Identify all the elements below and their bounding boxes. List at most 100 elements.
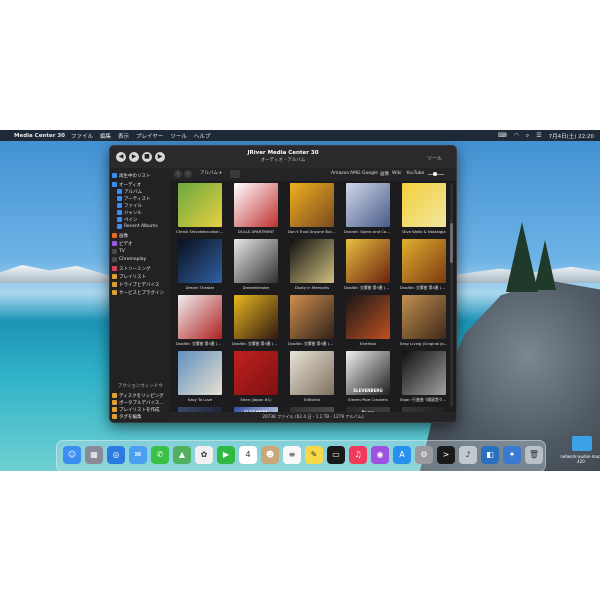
album-cover[interactable]	[178, 351, 222, 395]
album-cover[interactable]	[290, 183, 334, 227]
album-tile[interactable]: Dvořák: 交響曲 第9番 (新世界)	[288, 295, 336, 350]
album-cover[interactable]	[178, 183, 222, 227]
menu-app-name[interactable]: Media Center 30	[14, 133, 65, 139]
album-tile[interactable]: Dvořák: 交響曲 第9番 (新世界)	[176, 295, 224, 350]
control-center-icon[interactable]: ☰	[536, 132, 541, 139]
system-preferences-icon[interactable]: ⚙	[415, 446, 433, 464]
reminders-icon[interactable]: ≡	[283, 446, 301, 464]
album-tile[interactable]: Dream Theater	[176, 239, 224, 294]
sidebar-item[interactable]: ジャンル	[117, 209, 142, 216]
album-cover[interactable]	[346, 295, 390, 339]
album-tile[interactable]: Christi Shivakebrunkol: Spring(…	[176, 183, 224, 238]
album-cover[interactable]	[178, 239, 222, 283]
sidebar-item[interactable]: サービスとプラグイン	[112, 289, 164, 296]
search-icon[interactable]: ⌕	[526, 132, 529, 140]
notes-icon[interactable]: ✎	[305, 446, 323, 464]
album-cover[interactable]	[234, 239, 278, 283]
album-tile[interactable]: Dvořák: 交響曲 第8番 (イギリス)	[400, 239, 448, 294]
album-cover[interactable]	[290, 295, 334, 339]
album-tile[interactable]: Dvořák: 交響曲 第9番 (新世界)	[344, 239, 392, 294]
album-tile[interactable]: Dvořák: 交響曲 第9番 (新世界)	[232, 295, 280, 350]
view-scheme-select[interactable]: アルバム ▾	[200, 170, 222, 176]
menu-item[interactable]: ファイル	[71, 134, 93, 140]
contacts-icon[interactable]: ☻	[261, 446, 279, 464]
sidebar-item[interactable]: 画像	[112, 232, 128, 239]
sidebar-item[interactable]: アルバム	[117, 188, 142, 195]
utility-icon[interactable]: ✦	[503, 446, 521, 464]
sidebar-item[interactable]: ペイン	[117, 216, 138, 223]
facetime-icon[interactable]: ▶	[217, 446, 235, 464]
grid-scrollbar[interactable]	[450, 183, 453, 407]
web-link[interactable]: AMG	[350, 171, 360, 176]
action-item[interactable]: ポータブルデバイス...	[112, 399, 164, 406]
album-cover[interactable]	[346, 239, 390, 283]
album-tile[interactable]: Earthboi	[344, 295, 392, 350]
podcasts-icon[interactable]: ◉	[371, 446, 389, 464]
menu-item[interactable]: ヘルプ	[194, 134, 211, 140]
menu-item[interactable]: 表示	[118, 134, 129, 140]
screenshot-icon[interactable]: ◧	[481, 446, 499, 464]
sidebar-item[interactable]: ドライブとデバイス	[112, 281, 159, 288]
album-tile[interactable]: Editorial	[288, 351, 336, 406]
window-titlebar[interactable]: ◀ ▶ ■ ▶ JRiver Media Center 30 オーディオ - ア…	[110, 146, 456, 168]
sidebar-item[interactable]: ファイル	[117, 202, 142, 209]
web-link[interactable]: 画像	[380, 171, 389, 177]
menu-item[interactable]: 編集	[100, 134, 111, 140]
view-mode-button[interactable]	[230, 170, 240, 178]
album-tile[interactable]: Dusty In Memphis	[288, 239, 336, 294]
action-item[interactable]: プレイリストを作成	[112, 406, 160, 413]
calendar-icon[interactable]: 4	[239, 446, 257, 464]
album-tile[interactable]: Diva Waltz & Nostalgia	[400, 183, 448, 238]
tools-menu[interactable]: ツール	[427, 155, 442, 162]
sidebar-item[interactable]: TV	[112, 248, 125, 255]
album-cover[interactable]	[402, 183, 446, 227]
maps-icon[interactable]: ▲	[173, 446, 191, 464]
menu-clock[interactable]: 7月4日(土) 22:20	[549, 132, 594, 140]
web-link[interactable]: Google	[362, 171, 378, 176]
album-tile[interactable]: ELEVENBERG Eleven Pipe Crackers	[344, 351, 392, 406]
folder-icon[interactable]	[572, 436, 592, 451]
sidebar-item[interactable]: 再生中のリスト	[112, 172, 151, 179]
album-cover[interactable]	[402, 295, 446, 339]
desktop-folder-label[interactable]: network-audiol-mac-420	[560, 454, 600, 464]
photos-icon[interactable]: ✿	[195, 446, 213, 464]
album-cover[interactable]	[402, 351, 446, 395]
safari-icon[interactable]: ◎	[107, 446, 125, 464]
album-tile[interactable]: Dreamtheater	[232, 239, 280, 294]
action-window-header[interactable]: アクションウィンドウ	[118, 383, 163, 389]
album-cover[interactable]	[234, 183, 278, 227]
action-item[interactable]: タグを編集	[112, 413, 142, 420]
sidebar-item[interactable]: プレイリスト	[112, 273, 146, 280]
album-cover[interactable]	[290, 351, 334, 395]
wifi-icon[interactable]: ◠	[514, 132, 519, 139]
album-cover[interactable]	[178, 295, 222, 339]
music-icon[interactable]: ♫	[349, 446, 367, 464]
grid-scrollbar-thumb[interactable]	[450, 223, 453, 263]
menu-item[interactable]: ツール	[170, 134, 187, 140]
album-cover[interactable]	[234, 351, 278, 395]
album-cover[interactable]	[234, 295, 278, 339]
app-store-icon[interactable]: A	[393, 446, 411, 464]
sidebar-item[interactable]: ビデオ	[112, 240, 133, 247]
web-link[interactable]: Amazon	[331, 171, 349, 176]
album-tile[interactable]: Easy To Love	[176, 351, 224, 406]
web-link[interactable]: YouTube	[406, 171, 424, 176]
album-cover[interactable]: ELEVENBERG	[346, 351, 390, 395]
thumbnail-size-slider-knob[interactable]	[433, 172, 437, 176]
media-center-icon[interactable]: ♪	[459, 446, 477, 464]
album-tile[interactable]: DOLLS APARTMENT	[232, 183, 280, 238]
album-tile[interactable]: Easy Living (Original Jazz Cla...	[400, 295, 448, 350]
sidebar-item[interactable]: Chromeplay	[112, 256, 146, 263]
terminal-icon[interactable]: >	[437, 446, 455, 464]
album-cover[interactable]	[346, 183, 390, 227]
messages-icon[interactable]: ✆	[151, 446, 169, 464]
finder-icon[interactable]: ☺	[63, 446, 81, 464]
album-tile[interactable]: Don't Trust Anyone But Us	[288, 183, 336, 238]
sidebar-item[interactable]: ストリーミング	[112, 265, 151, 272]
album-tile[interactable]: Elgar: 行進曲《威風堂々》...	[400, 351, 448, 406]
album-cover[interactable]	[402, 239, 446, 283]
web-link[interactable]: Wiki	[392, 171, 401, 176]
sidebar-item[interactable]: アーティスト	[117, 195, 150, 202]
album-cover[interactable]	[290, 239, 334, 283]
album-tile[interactable]: Eden (Japan #1)	[232, 351, 280, 406]
